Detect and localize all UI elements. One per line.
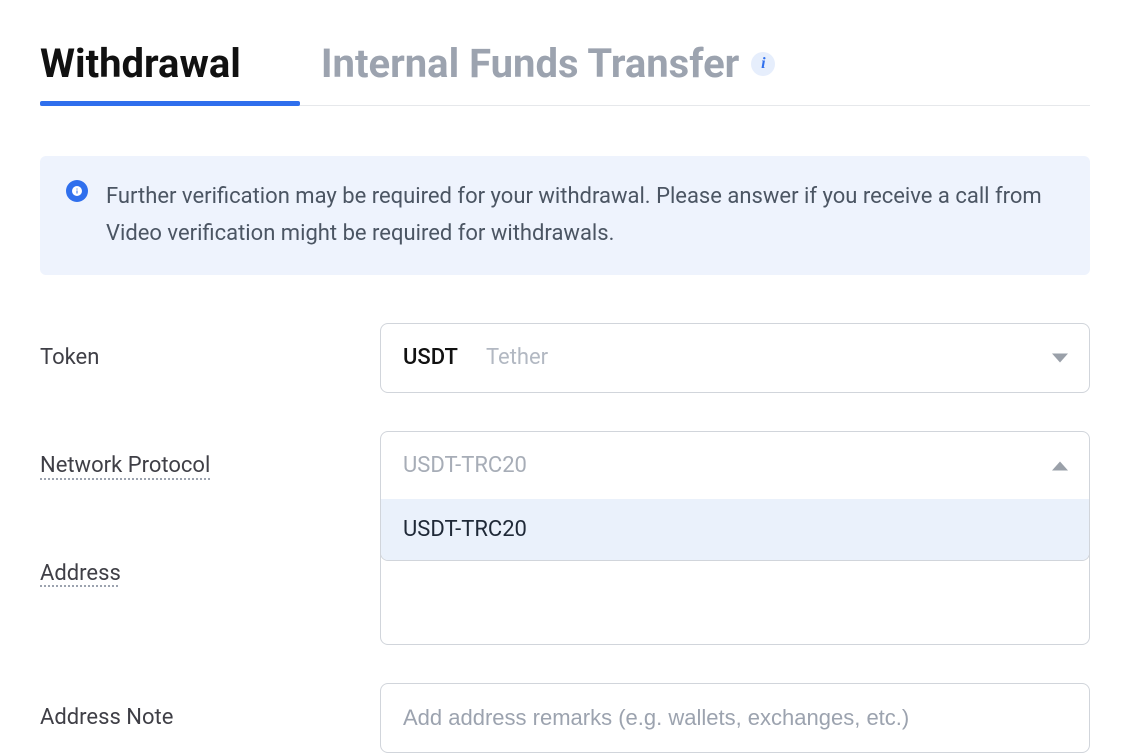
- tab-internal-transfer[interactable]: Internal Funds Transfer i: [321, 40, 776, 105]
- token-symbol: USDT: [403, 345, 458, 370]
- withdrawal-form: Token USDT Tether Network Protocol USDT-…: [40, 323, 1090, 753]
- chevron-down-icon: [1052, 353, 1068, 362]
- notice-text: Further verification may be required for…: [106, 178, 1064, 253]
- address-note-label: Address Note: [40, 705, 173, 730]
- network-select[interactable]: USDT-TRC20: [380, 431, 1090, 501]
- network-label: Network Protocol: [40, 453, 210, 478]
- info-icon: i: [751, 52, 775, 76]
- address-note-row: Address Note: [40, 683, 1090, 753]
- token-label: Token: [40, 345, 99, 370]
- token-select[interactable]: USDT Tether: [380, 323, 1090, 393]
- token-name: Tether: [486, 345, 548, 370]
- verification-notice: Further verification may be required for…: [40, 156, 1090, 275]
- network-dropdown: USDT-TRC20: [380, 499, 1090, 561]
- tab-withdrawal-label: Withdrawal: [40, 40, 241, 87]
- info-icon: [66, 180, 88, 202]
- tab-withdrawal[interactable]: Withdrawal: [40, 40, 241, 105]
- tab-internal-transfer-label: Internal Funds Transfer: [321, 40, 740, 87]
- network-row: Network Protocol USDT-TRC20 USDT-TRC20: [40, 431, 1090, 501]
- network-option[interactable]: USDT-TRC20: [381, 499, 1089, 560]
- token-row: Token USDT Tether: [40, 323, 1090, 393]
- network-selected-value: USDT-TRC20: [403, 453, 527, 478]
- tab-bar: Withdrawal Internal Funds Transfer i: [40, 40, 1090, 106]
- address-label: Address: [40, 561, 121, 586]
- address-note-input[interactable]: [380, 683, 1090, 753]
- chevron-up-icon: [1052, 461, 1068, 470]
